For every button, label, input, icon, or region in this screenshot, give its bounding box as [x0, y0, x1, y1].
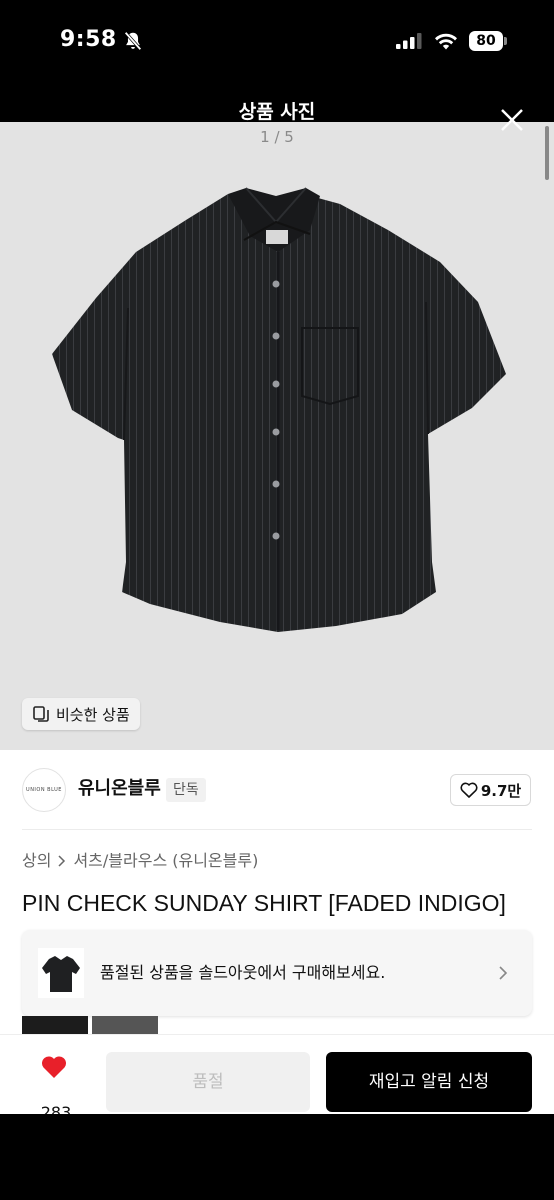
status-bar: 9:58 80 — [0, 0, 554, 86]
soldout-banner[interactable]: 품절된 상품을 솔드아웃에서 구매해보세요. — [22, 930, 532, 1016]
photo-counter: 1 / 5 — [260, 128, 294, 146]
shop-like-count: 9.7만 — [480, 781, 522, 800]
related-thumbnail[interactable] — [92, 1016, 158, 1034]
copy-icon — [33, 706, 49, 722]
chevron-right-icon — [58, 855, 66, 867]
battery-icon: 80 — [469, 31, 507, 51]
shop-name[interactable]: 유니온블루 — [78, 778, 161, 800]
soldout-button: 품절 — [106, 1052, 310, 1112]
product-photo[interactable] — [0, 122, 554, 750]
related-thumbnail[interactable] — [22, 1016, 88, 1034]
exclusive-badge: 단독 — [166, 778, 206, 802]
banner-thumbnail — [38, 948, 84, 998]
wifi-icon — [435, 33, 457, 50]
chevron-right-icon — [499, 966, 508, 980]
restock-alert-button[interactable]: 재입고 알림 신청 — [326, 1052, 532, 1112]
battery-level: 80 — [469, 31, 503, 51]
bottom-bar — [0, 1114, 554, 1200]
related-thumbnails — [22, 1016, 162, 1034]
similar-products-label: 비슷한 상품 — [56, 705, 130, 724]
divider — [22, 829, 532, 830]
breadcrumb: 상의 셔츠/블라우스 (유니온블루) — [22, 850, 258, 872]
heart-filled-icon — [41, 1056, 67, 1078]
heart-outline-icon — [460, 782, 478, 798]
bell-off-icon — [124, 31, 142, 51]
shop-row[interactable]: UNION BLUE 유니온블루 단독 9.7만 — [0, 750, 554, 830]
soldout-banner-text: 품절된 상품을 솔드아웃에서 구매해보세요. — [100, 963, 386, 982]
similar-products-button[interactable]: 비슷한 상품 — [22, 698, 140, 730]
status-time: 9:58 — [60, 27, 117, 52]
close-icon[interactable] — [496, 104, 528, 136]
signal-icon — [396, 33, 422, 49]
scroll-indicator — [545, 126, 549, 180]
product-title: PIN CHECK SUNDAY SHIRT [FADED INDIGO] — [22, 890, 506, 916]
shop-logo-text: UNION BLUE — [26, 787, 62, 793]
breadcrumb-category[interactable]: 상의 — [22, 850, 51, 872]
breadcrumb-subcategory[interactable]: 셔츠/블라우스 (유니온블루) — [73, 850, 258, 872]
viewer-title: 상품 사진 — [238, 101, 316, 123]
shop-logo[interactable]: UNION BLUE — [22, 768, 66, 812]
wishlist-button[interactable]: 283 — [28, 1051, 84, 1122]
shop-like-button[interactable]: 9.7만 — [450, 774, 531, 806]
shirt-image — [52, 187, 506, 632]
